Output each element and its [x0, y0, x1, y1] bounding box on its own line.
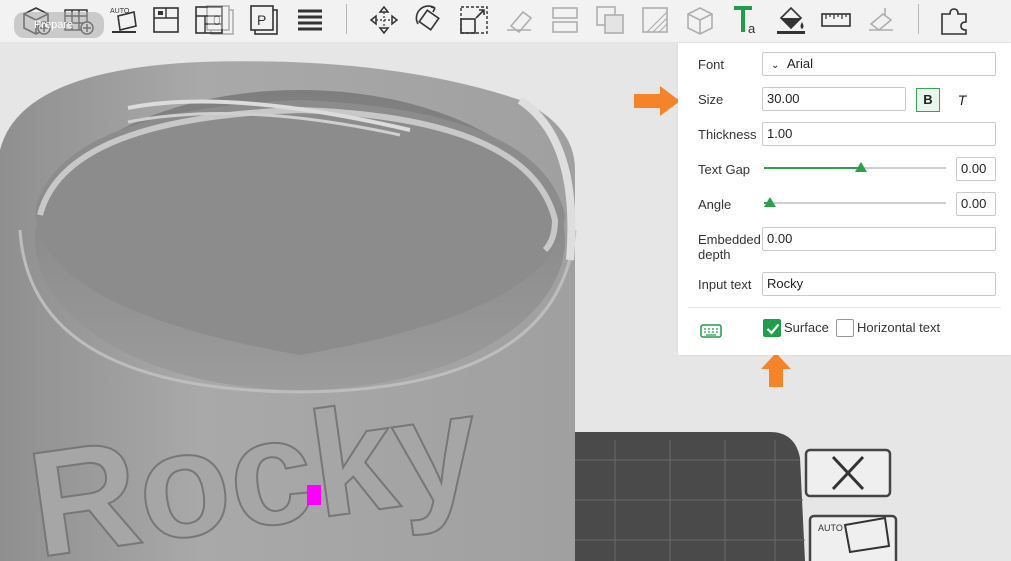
- assembly-icon[interactable]: [863, 2, 899, 38]
- scale-icon[interactable]: [456, 2, 492, 38]
- top-toolbar: AUTO 0 P a Prepare: [0, 0, 1011, 42]
- plate-p-icon[interactable]: P: [247, 2, 283, 38]
- plate-close-icon[interactable]: [804, 448, 892, 498]
- input-text-field[interactable]: Rocky: [762, 272, 996, 296]
- panel-divider: [688, 307, 1001, 308]
- size-pointer-arrow-icon: [634, 86, 680, 116]
- svg-text:a: a: [748, 21, 756, 36]
- toolbar-separator: [918, 4, 919, 34]
- text-gap-slider[interactable]: [764, 162, 946, 172]
- embedded-depth-label: Embedded depth: [698, 232, 761, 262]
- seam-paint-icon[interactable]: [682, 2, 718, 38]
- auto-orient-icon[interactable]: AUTO: [106, 2, 142, 38]
- size-input[interactable]: 30.00: [762, 87, 906, 111]
- back-button[interactable]: Prepare: [14, 12, 104, 38]
- surface-checkbox[interactable]: [763, 319, 781, 337]
- svg-text:0: 0: [213, 12, 221, 28]
- split-parts-icon[interactable]: [936, 2, 972, 38]
- text-tool-panel: Font ⌄ Arial Size 30.00 B T Thickness 1.0…: [678, 43, 1011, 355]
- text-gap-slider-thumb[interactable]: [855, 162, 867, 172]
- arrange-icon[interactable]: [148, 2, 184, 38]
- keyboard-icon[interactable]: [700, 324, 722, 338]
- plate-0-icon[interactable]: 0: [203, 2, 239, 38]
- measure-icon[interactable]: [818, 2, 854, 38]
- cut-icon[interactable]: [547, 2, 583, 38]
- text-tool-icon[interactable]: a: [728, 2, 764, 38]
- angle-label: Angle: [698, 197, 732, 212]
- mesh-boolean-icon[interactable]: [592, 2, 628, 38]
- text-gap-slider-fill: [764, 167, 861, 169]
- move-icon[interactable]: [366, 2, 402, 38]
- svg-text:AUTO: AUTO: [818, 523, 843, 533]
- surface-label: Surface: [784, 320, 829, 335]
- plate-auto-orient-icon[interactable]: AUTO: [808, 514, 898, 561]
- svg-text:P: P: [257, 12, 266, 28]
- horizontal-text-checkbox[interactable]: [836, 319, 854, 337]
- thickness-label: Thickness: [698, 127, 757, 142]
- surface-pointer-arrow-icon: [761, 353, 791, 387]
- text-gap-input[interactable]: 0.00: [956, 157, 996, 181]
- lay-on-face-icon[interactable]: [501, 2, 537, 38]
- input-text-label: Input text: [698, 277, 752, 292]
- angle-slider-thumb[interactable]: [764, 197, 776, 207]
- selection-marker: [307, 485, 321, 505]
- font-select-value: Arial: [787, 56, 814, 71]
- italic-button[interactable]: T: [950, 88, 974, 112]
- embedded-depth-label-line2: depth: [698, 247, 731, 262]
- angle-slider[interactable]: [764, 197, 946, 207]
- build-plate: [560, 432, 805, 561]
- angle-input[interactable]: 0.00: [956, 192, 996, 216]
- checkmark-icon: [766, 323, 780, 335]
- support-paint-icon[interactable]: [637, 2, 673, 38]
- embedded-depth-label-line1: Embedded: [698, 232, 761, 247]
- bold-button[interactable]: B: [916, 88, 940, 112]
- rotate-icon[interactable]: [411, 2, 447, 38]
- horizontal-text-label: Horizontal text: [857, 320, 941, 335]
- layers-icon[interactable]: [292, 2, 328, 38]
- toolbar-separator: [346, 4, 347, 34]
- size-label: Size: [698, 92, 724, 107]
- chevron-down-icon: ⌄: [771, 60, 780, 71]
- thickness-input[interactable]: 1.00: [762, 122, 996, 146]
- embedded-depth-input[interactable]: 0.00: [762, 227, 996, 251]
- font-select[interactable]: ⌄ Arial: [762, 52, 996, 76]
- color-paint-icon[interactable]: [773, 2, 809, 38]
- text-gap-label: Text Gap: [698, 162, 751, 177]
- font-label: Font: [698, 57, 725, 72]
